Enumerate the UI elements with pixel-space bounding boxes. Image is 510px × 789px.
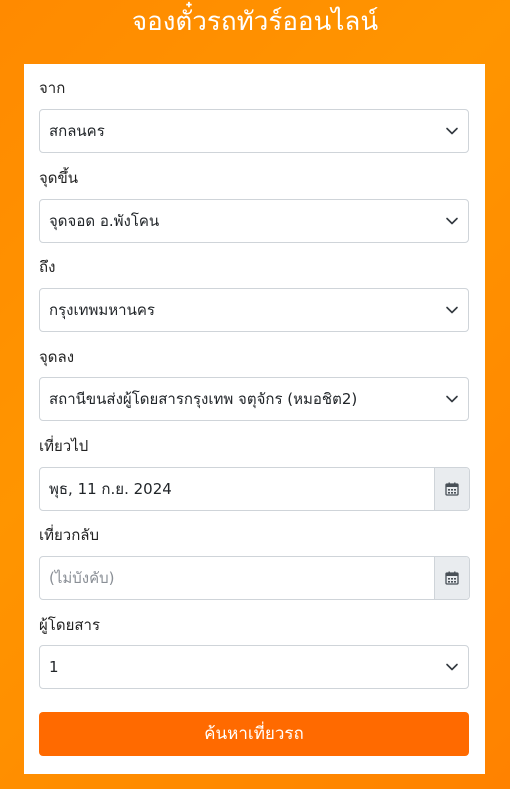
search-trips-button[interactable]: ค้นหาเที่ยวรถ (39, 712, 469, 756)
return-calendar-button[interactable] (434, 557, 469, 599)
return-date-input[interactable]: (ไม่บังคับ) (40, 557, 434, 599)
depart-date-group: พุธ, 11 ก.ย. 2024 (39, 467, 470, 511)
return-label: เที่ยวกลับ (39, 526, 100, 544)
depart-calendar-button[interactable] (434, 468, 469, 510)
chevron-down-icon (446, 127, 458, 135)
chevron-down-icon (446, 395, 458, 403)
dropoff-value: สถานีขนส่งผู้โดยสารกรุงเทพ จตุจักร (หมอช… (49, 390, 358, 408)
passengers-value: 1 (49, 658, 59, 676)
page-title: จองตั๋วรถทัวร์ออนไลน์ (131, 7, 379, 37)
from-label: จาก (39, 79, 66, 97)
calendar-icon (445, 482, 459, 496)
passengers-label: ผู้โดยสาร (39, 616, 101, 634)
depart-label: เที่ยวไป (39, 437, 89, 455)
depart-date-input[interactable]: พุธ, 11 ก.ย. 2024 (40, 468, 434, 510)
calendar-icon (445, 571, 459, 585)
to-select[interactable]: กรุงเทพมหานคร (39, 288, 469, 332)
pickup-value: จุดจอด อ.พังโคน (49, 212, 160, 230)
booking-form: จาก สกลนคร จุดขึ้น จุดจอด อ.พังโคน ถึง ก… (24, 64, 485, 774)
from-value: สกลนคร (49, 122, 105, 140)
return-date-group: (ไม่บังคับ) (39, 556, 470, 600)
to-label: ถึง (39, 258, 56, 276)
passengers-select[interactable]: 1 (39, 645, 469, 689)
chevron-down-icon (446, 217, 458, 225)
dropoff-select[interactable]: สถานีขนส่งผู้โดยสารกรุงเทพ จตุจักร (หมอช… (39, 377, 469, 421)
to-value: กรุงเทพมหานคร (49, 301, 155, 319)
chevron-down-icon (446, 663, 458, 671)
pickup-select[interactable]: จุดจอด อ.พังโคน (39, 199, 469, 243)
chevron-down-icon (446, 306, 458, 314)
from-select[interactable]: สกลนคร (39, 109, 469, 153)
pickup-label: จุดขึ้น (39, 169, 79, 187)
dropoff-label: จุดลง (39, 348, 75, 366)
